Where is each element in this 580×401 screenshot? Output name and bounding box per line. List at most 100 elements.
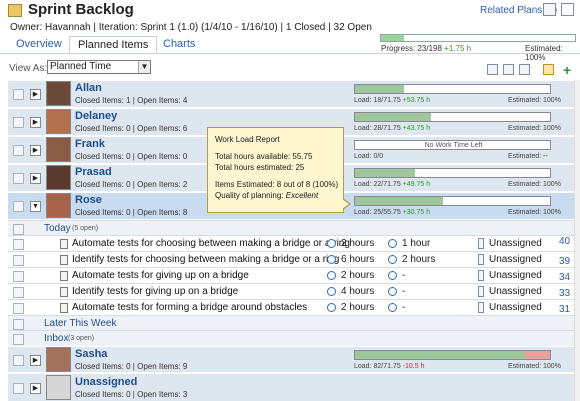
- clock-icon: [388, 239, 397, 248]
- person-name[interactable]: Allan: [75, 82, 102, 94]
- person-name[interactable]: Prasad: [75, 166, 112, 178]
- item-owner[interactable]: Unassigned: [489, 254, 542, 265]
- item-estimate[interactable]: 2 hours: [341, 270, 374, 281]
- new-window-icon[interactable]: [503, 64, 514, 75]
- row-checkbox[interactable]: [13, 287, 24, 298]
- owner-icon: [478, 270, 484, 281]
- clock-icon: [327, 255, 336, 264]
- item-title[interactable]: Automate tests for forming a bridge arou…: [72, 302, 307, 313]
- person-name[interactable]: Frank: [75, 138, 105, 150]
- row-checkbox[interactable]: [13, 255, 24, 266]
- row-checkbox[interactable]: [13, 239, 24, 250]
- person-name[interactable]: Rose: [75, 194, 102, 206]
- person-stats: Closed Items: 0 | Open Items: 6: [75, 124, 188, 133]
- expand-icon[interactable]: ▶: [30, 355, 41, 366]
- item-remaining[interactable]: 2 hours: [402, 254, 435, 265]
- row-checkbox[interactable]: [13, 173, 24, 184]
- group-checkbox[interactable]: [13, 334, 24, 345]
- view-as-select[interactable]: Planned Time ▼: [47, 60, 151, 74]
- row-checkbox[interactable]: [13, 145, 24, 156]
- group-checkbox[interactable]: [13, 224, 24, 235]
- owner-icon: [478, 286, 484, 297]
- row-checkbox[interactable]: [13, 201, 24, 212]
- page-title: Sprint Backlog: [28, 1, 134, 18]
- item-id[interactable]: 39: [559, 256, 570, 267]
- item-owner[interactable]: Unassigned: [489, 286, 542, 297]
- work-item-row[interactable]: Identify tests for choosing between maki…: [8, 251, 580, 268]
- edit-plan-icon[interactable]: [543, 3, 556, 16]
- expand-icon[interactable]: ▶: [30, 89, 41, 100]
- row-checkbox[interactable]: [13, 383, 24, 394]
- item-remaining[interactable]: -: [402, 286, 405, 297]
- group-name: Today: [44, 223, 71, 234]
- work-item-row[interactable]: Automate tests for giving up on a bridge…: [8, 267, 580, 284]
- item-owner[interactable]: Unassigned: [489, 238, 542, 249]
- task-icon: [60, 271, 68, 281]
- work-item-row[interactable]: Automate tests for forming a bridge arou…: [8, 299, 580, 316]
- scrollbar[interactable]: [574, 80, 580, 401]
- expand-icon[interactable]: ▶: [30, 117, 41, 128]
- item-estimate[interactable]: 2 hours: [341, 238, 374, 249]
- add-item-icon[interactable]: +: [563, 62, 571, 78]
- expand-icon[interactable]: ▶: [30, 145, 41, 156]
- progress-fill: [381, 35, 404, 41]
- row-checkbox[interactable]: [13, 303, 24, 314]
- tooltip-hours-estimated: Total hours estimated: 25: [215, 163, 305, 172]
- sprint-backlog-icon: [8, 4, 22, 17]
- expand-icon[interactable]: ▶: [30, 383, 41, 394]
- tab-overview[interactable]: Overview: [8, 36, 70, 53]
- item-id[interactable]: 33: [559, 288, 570, 299]
- item-owner[interactable]: Unassigned: [489, 270, 542, 281]
- item-remaining[interactable]: -: [402, 270, 405, 281]
- row-checkbox[interactable]: [13, 271, 24, 282]
- item-remaining[interactable]: -: [402, 302, 405, 313]
- owner-icon: [478, 254, 484, 265]
- print-icon[interactable]: [561, 3, 574, 16]
- person-stats: Closed Items: 0 | Open Items: 0: [75, 152, 188, 161]
- item-estimate[interactable]: 4 hours: [341, 286, 374, 297]
- person-name[interactable]: Unassigned: [75, 376, 137, 388]
- person-row-allan[interactable]: ▶ Allan Closed Items: 1 | Open Items: 4 …: [8, 80, 580, 107]
- item-id[interactable]: 40: [559, 236, 570, 247]
- expand-icon[interactable]: ▶: [30, 173, 41, 184]
- row-checkbox[interactable]: [13, 89, 24, 100]
- chevron-down-icon[interactable]: ▼: [138, 61, 150, 73]
- load-fill: [355, 169, 415, 177]
- load-label: Load: 82/71.75 -10.5 h: [354, 363, 425, 370]
- person-name[interactable]: Delaney: [75, 110, 117, 122]
- save-icon[interactable]: [519, 64, 530, 75]
- load-label: Load: 18/71.75 +53.75 h: [354, 97, 431, 104]
- item-id[interactable]: 31: [559, 304, 570, 315]
- sort-icon[interactable]: [543, 64, 554, 75]
- load-fill: [355, 351, 525, 359]
- work-item-row[interactable]: Automate tests for choosing between maki…: [8, 235, 580, 252]
- row-checkbox[interactable]: [13, 355, 24, 366]
- tab-charts[interactable]: Charts: [155, 36, 203, 53]
- edit-icon[interactable]: [487, 64, 498, 75]
- group-checkbox[interactable]: [13, 319, 24, 330]
- group-later-this-week[interactable]: Later This Week: [8, 315, 580, 331]
- avatar: [46, 193, 71, 218]
- person-row-sasha[interactable]: ▶ Sasha Closed Items: 0 | Open Items: 9 …: [8, 346, 580, 372]
- estimated-label: Estimated: 100%: [508, 363, 561, 370]
- item-title[interactable]: Identify tests for giving up on a bridge: [72, 286, 238, 297]
- item-title[interactable]: Automate tests for choosing between maki…: [72, 238, 350, 249]
- tab-planned-items[interactable]: Planned Items: [69, 36, 158, 54]
- row-checkbox[interactable]: [13, 117, 24, 128]
- group-today[interactable]: Today (5 open): [8, 220, 580, 236]
- estimated-label: Estimated: 100%: [508, 181, 561, 188]
- person-row-unassigned[interactable]: ▶ Unassigned Closed Items: 0 | Open Item…: [8, 373, 580, 401]
- item-owner[interactable]: Unassigned: [489, 302, 542, 313]
- item-id[interactable]: 34: [559, 272, 570, 283]
- person-name[interactable]: Sasha: [75, 348, 107, 360]
- item-remaining[interactable]: 1 hour: [402, 238, 430, 249]
- load-label: Load: 0/0: [354, 153, 384, 160]
- work-item-row[interactable]: Identify tests for giving up on a bridge…: [8, 283, 580, 300]
- item-estimate[interactable]: 2 hours: [341, 302, 374, 313]
- item-estimate[interactable]: 6 hours: [341, 254, 374, 265]
- item-title[interactable]: Automate tests for giving up on a bridge: [72, 270, 249, 281]
- collapse-icon[interactable]: ▼: [30, 201, 41, 212]
- overload-fill: [525, 351, 550, 359]
- group-inbox[interactable]: Inbox (3 open): [8, 330, 580, 346]
- item-title[interactable]: Identify tests for choosing between maki…: [72, 254, 339, 265]
